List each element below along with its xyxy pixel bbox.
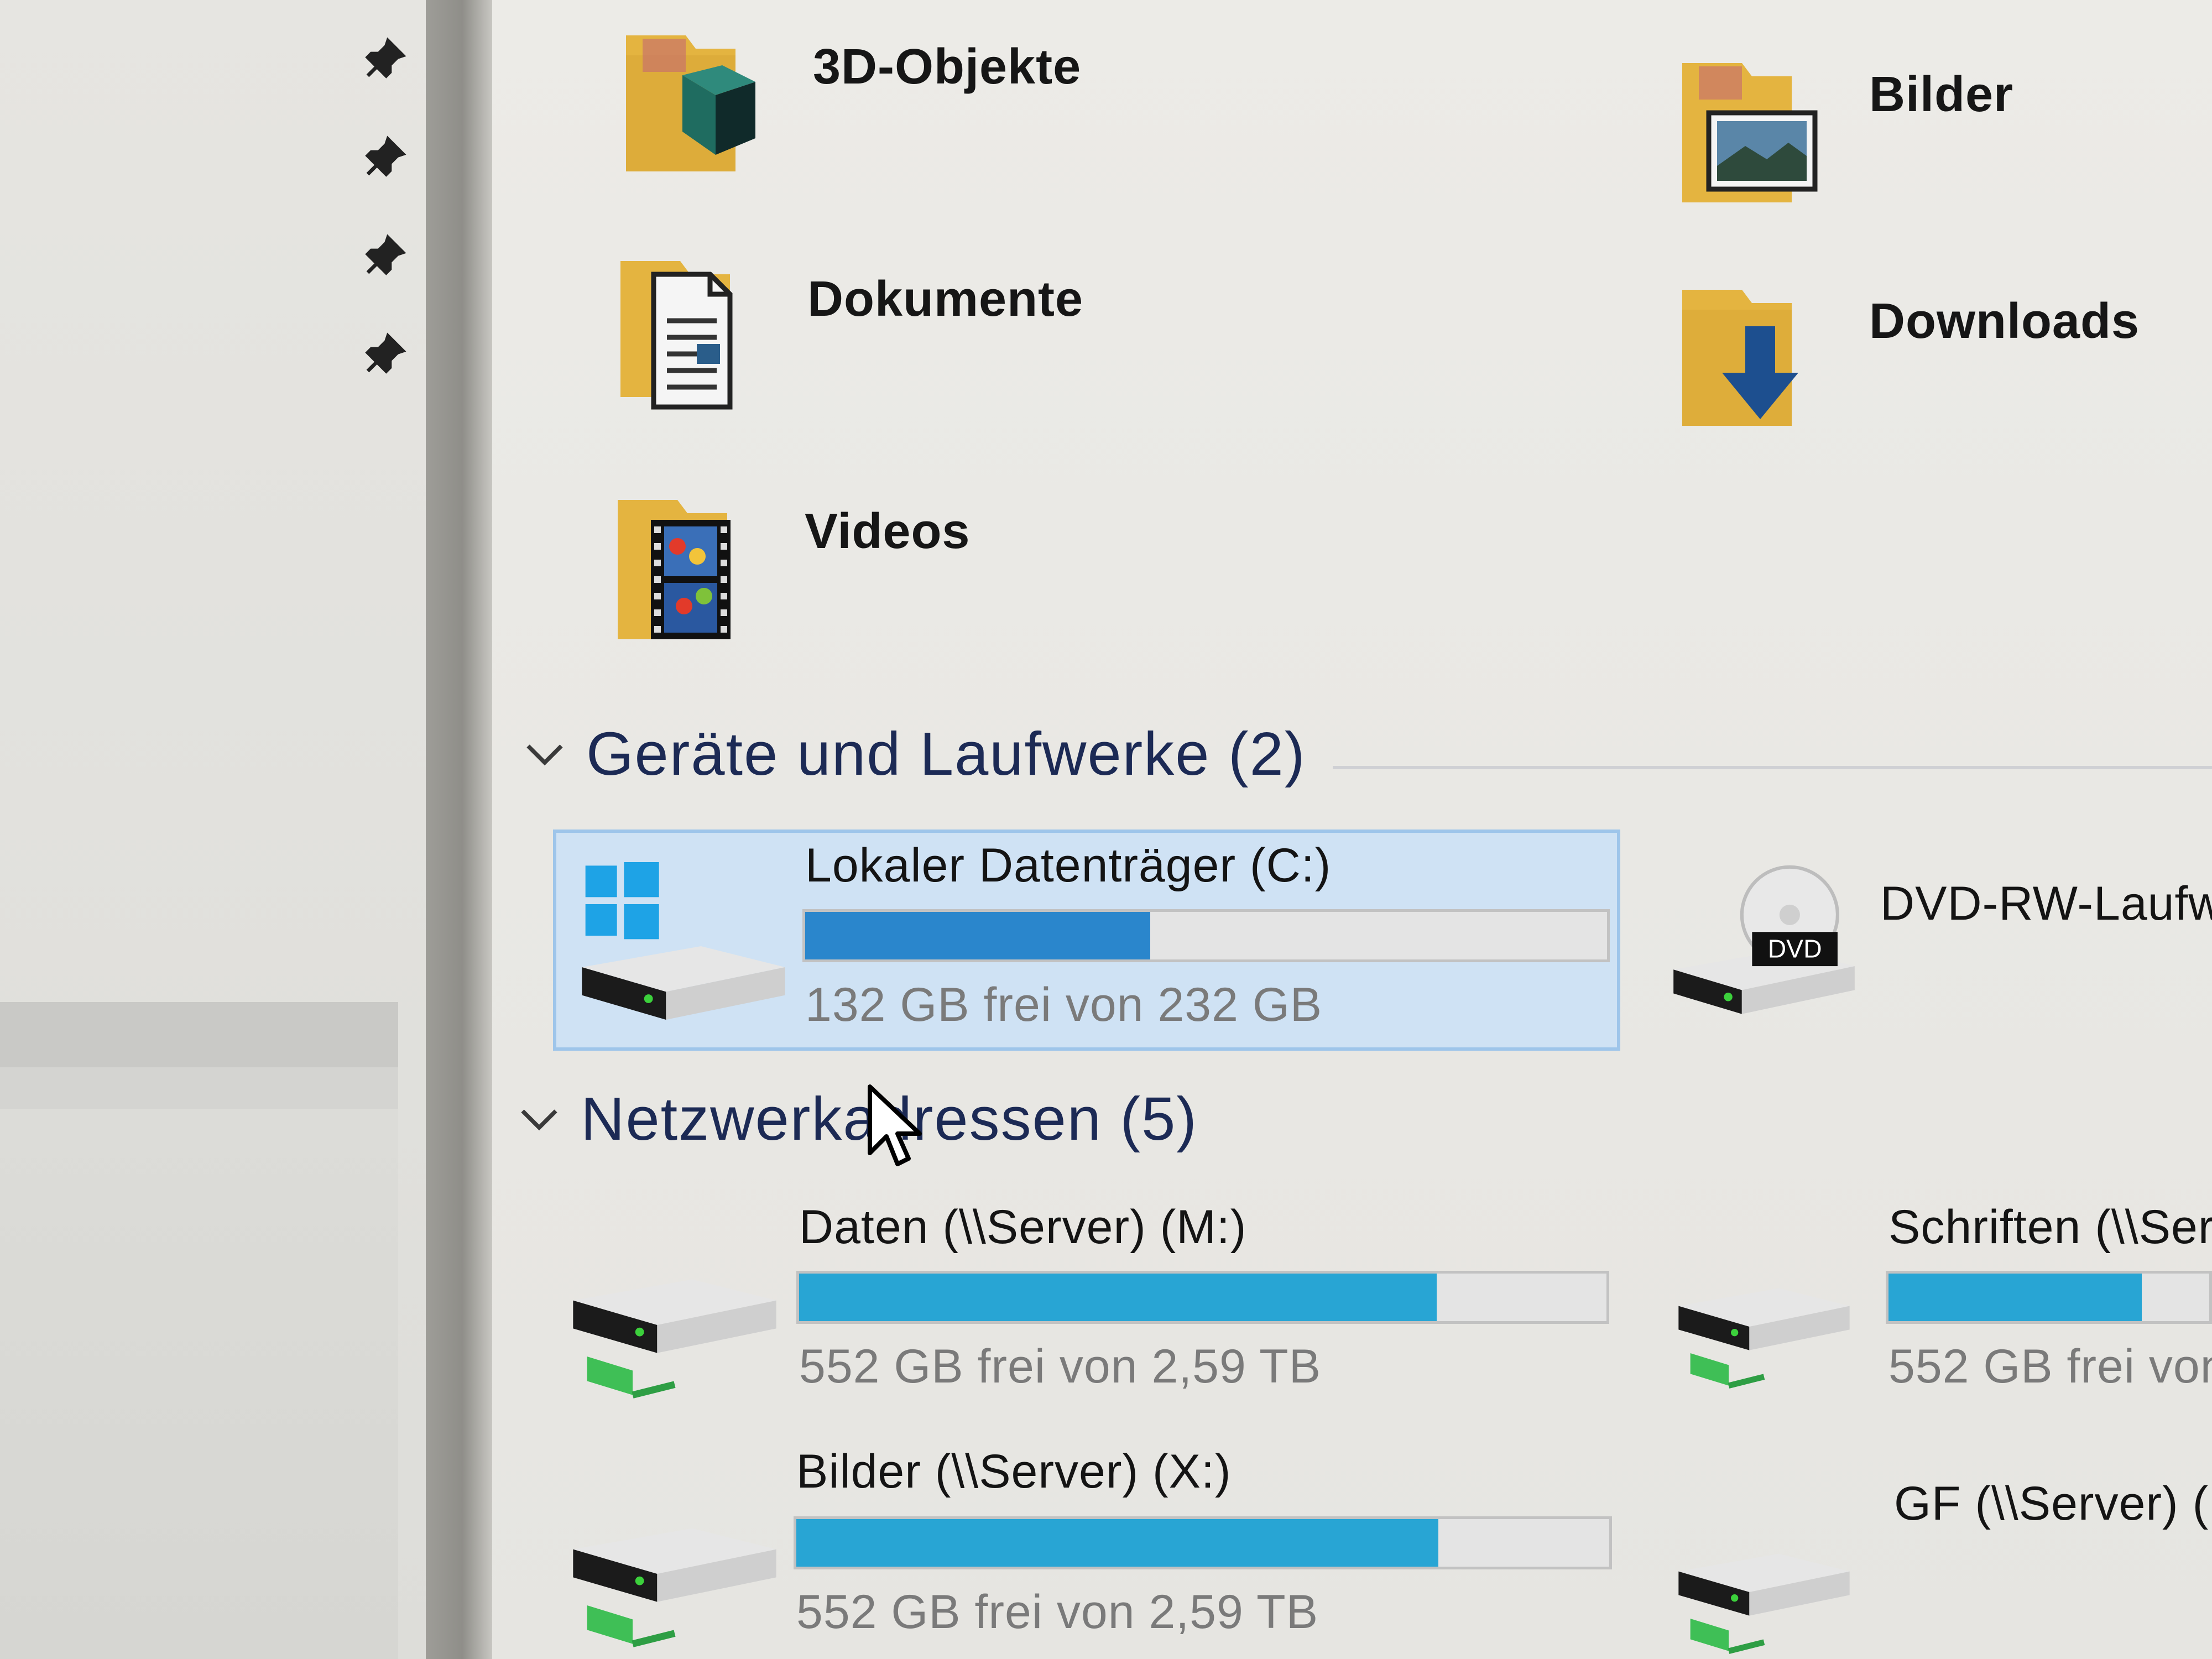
drive-name: GF (\\Server) ( xyxy=(1894,1477,2209,1530)
drive-name: Daten (\\Server) (M:) xyxy=(799,1201,1247,1254)
folder-pictures[interactable]: Bilder xyxy=(1676,50,2013,216)
dvd-badge: DVD xyxy=(1768,935,1822,963)
dvd-drive-icon: DVD xyxy=(1673,865,1855,1014)
chevron-down-icon[interactable] xyxy=(520,729,570,779)
drive-name: Lokaler Datenträger (C:) xyxy=(805,839,1332,892)
drive-name: Schriften (\\Ser xyxy=(1888,1201,2212,1254)
drive-usage-bar xyxy=(802,909,1610,962)
drive-usage-fill xyxy=(1888,1274,2142,1321)
network-drive-icon xyxy=(573,1279,776,1399)
drive-usage-fill xyxy=(799,1274,1437,1321)
drive-usage-bar xyxy=(794,1516,1612,1569)
folder-label: Videos xyxy=(805,504,971,559)
nav-item-highlight[interactable] xyxy=(0,1002,398,1067)
network-drive-schriften[interactable]: Schriften (\\Ser 552 GB frei von xyxy=(1659,1194,2212,1416)
section-header-devices[interactable]: Geräte und Laufwerke (2) xyxy=(520,719,1306,789)
mouse-cursor-icon xyxy=(868,1084,922,1166)
folder-label: Dokumente xyxy=(807,272,1084,327)
drive-name: Bilder (\\Server) (X:) xyxy=(796,1445,1232,1498)
network-drive-icon xyxy=(573,1528,776,1647)
drive-usage-bar xyxy=(1886,1271,2212,1324)
folder-3d-objects[interactable]: 3D-Objekte xyxy=(619,22,1081,188)
drive-local-c[interactable]: Lokaler Datenträger (C:) 132 GB frei von… xyxy=(553,830,1620,1051)
downloads-folder-icon xyxy=(1682,290,1798,426)
drive-name: DVD-RW-Laufw xyxy=(1880,877,2212,930)
network-drive-icon xyxy=(1678,1288,1850,1389)
network-drive-m[interactable]: Daten (\\Server) (M:) 552 GB frei von 2,… xyxy=(553,1194,1620,1416)
pin-icon[interactable] xyxy=(359,330,409,379)
folder-videos[interactable]: Videos xyxy=(611,487,970,653)
nav-item[interactable] xyxy=(0,1067,398,1109)
drive-free-space: 552 GB frei von 2,59 TB xyxy=(796,1585,1319,1639)
chevron-down-icon[interactable] xyxy=(514,1094,564,1144)
nav-tree-area[interactable] xyxy=(0,1109,398,1659)
drive-usage-fill xyxy=(805,912,1150,959)
folder-label: 3D-Objekte xyxy=(813,39,1082,95)
3d-objects-folder-icon xyxy=(626,35,755,171)
drive-dvd[interactable]: DVD DVD-RW-Laufw xyxy=(1659,830,2212,1051)
documents-folder-icon xyxy=(620,261,733,410)
folder-label: Downloads xyxy=(1869,294,2140,349)
pin-icon[interactable] xyxy=(359,133,409,182)
network-drive-gf[interactable]: GF (\\Server) ( xyxy=(1659,1460,2212,1659)
videos-folder-icon xyxy=(618,500,731,639)
drive-usage-fill xyxy=(796,1519,1439,1567)
pictures-folder-icon xyxy=(1682,63,1818,202)
pane-divider[interactable] xyxy=(426,0,492,1659)
pin-icon[interactable] xyxy=(359,34,409,84)
folder-label: Bilder xyxy=(1869,67,2014,122)
folder-downloads[interactable]: Downloads xyxy=(1676,276,2140,442)
drive-usage-bar xyxy=(796,1271,1609,1324)
pin-icon[interactable] xyxy=(359,231,409,281)
navigation-pane[interactable] xyxy=(0,0,426,1659)
network-drive-x[interactable]: Bilder (\\Server) (X:) 552 GB frei von 2… xyxy=(553,1443,1620,1659)
network-drive-icon xyxy=(1678,1553,1850,1654)
drive-free-space: 132 GB frei von 232 GB xyxy=(805,978,1323,1031)
folder-documents[interactable]: Dokumente xyxy=(614,254,1083,420)
windows-drive-icon xyxy=(582,862,785,1020)
drive-free-space: 552 GB frei von 2,59 TB xyxy=(799,1340,1322,1393)
drive-free-space: 552 GB frei von xyxy=(1888,1340,2212,1393)
section-header-network[interactable]: Netzwerkadressen (5) xyxy=(514,1084,1198,1154)
section-title: Geräte und Laufwerke (2) xyxy=(586,720,1306,788)
section-divider xyxy=(1333,766,2212,769)
